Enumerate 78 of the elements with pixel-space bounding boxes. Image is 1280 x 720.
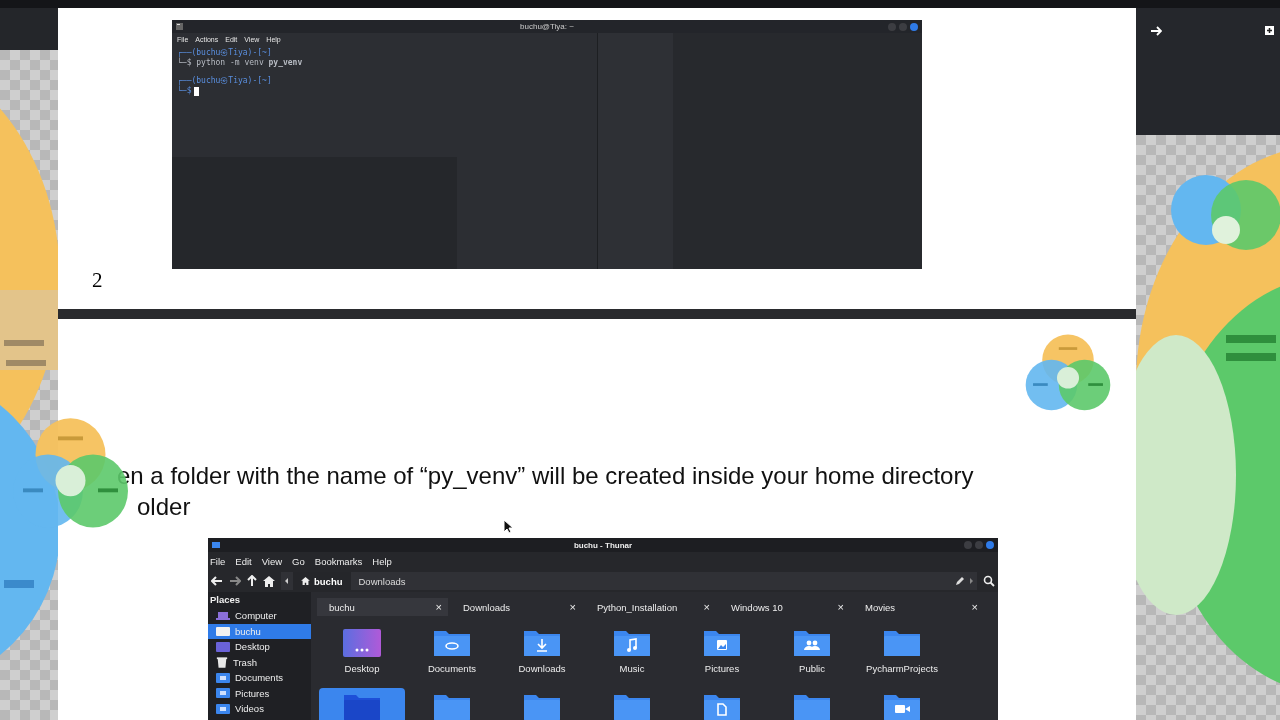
close-icon[interactable]: × (569, 601, 576, 613)
laptop-icon (216, 610, 230, 621)
music-folder-icon (612, 628, 652, 658)
desktop-icon (216, 641, 230, 652)
menu-item[interactable]: Edit (235, 555, 252, 567)
trash-icon (216, 656, 228, 668)
mouse-pointer-icon (503, 519, 513, 534)
sidebar-item[interactable]: Desktop (208, 639, 311, 655)
people-folder-icon (792, 628, 832, 658)
menu-item[interactable]: Help (372, 555, 392, 567)
camera-folder-icon (882, 692, 922, 720)
folder-item[interactable]: Public (769, 624, 855, 684)
home-icon[interactable] (263, 575, 275, 587)
text-cursor (194, 86, 200, 96)
prompt-line: └─$ (177, 86, 192, 96)
back-icon[interactable] (211, 576, 223, 586)
folder-icon (216, 626, 230, 637)
folder-icon (522, 692, 562, 720)
folder-item[interactable]: Documents (409, 624, 495, 684)
menu-item[interactable]: File (210, 555, 226, 567)
sidebar-item[interactable]: Computer (208, 608, 311, 624)
folder-icon (342, 692, 382, 720)
image-folder-icon (702, 628, 742, 658)
folder-icon (432, 692, 472, 720)
tab[interactable]: buchu × (317, 598, 448, 616)
menu-item[interactable]: View (261, 555, 283, 567)
folder-icon (216, 703, 230, 714)
sidebar-item[interactable]: Trash (208, 654, 311, 670)
window-title: buchu@Tiya: ~ (519, 22, 575, 31)
close-icon[interactable]: × (971, 601, 978, 613)
tab[interactable]: Movies × (853, 598, 984, 616)
window-title: buchu - Thunar (572, 540, 634, 550)
folder-item[interactable]: PycharmProjects (859, 624, 945, 684)
background-panel (0, 8, 58, 50)
folder-icon (216, 672, 230, 683)
folder-icon (882, 628, 922, 658)
folder-icon (792, 692, 832, 720)
sidebar-item[interactable]: Pictures (208, 685, 311, 701)
paperclip-folder-icon (432, 628, 472, 658)
home-icon (301, 577, 310, 585)
close-button[interactable] (910, 22, 918, 31)
close-button[interactable] (986, 541, 994, 549)
close-icon[interactable]: × (837, 601, 844, 613)
folder-item[interactable]: Desktop (319, 624, 405, 684)
tab[interactable]: Downloads × (451, 598, 582, 616)
close-icon[interactable]: × (703, 601, 710, 613)
sidebar-item[interactable]: Documents (208, 670, 311, 686)
prompt-line: ┌──(buchu㉿Tiya)-[~] (177, 76, 273, 85)
folder-icon (216, 688, 230, 699)
sidebar-heading: Places (210, 594, 241, 605)
arrow-icon[interactable] (1150, 26, 1162, 36)
up-icon[interactable] (247, 575, 257, 587)
folder-item[interactable]: Downloads (499, 624, 585, 684)
tab[interactable]: Windows 10 × (719, 598, 850, 616)
sidebar-item[interactable]: buchu (208, 623, 311, 639)
document-folder-icon (702, 692, 742, 720)
menu-item[interactable]: Go (292, 555, 305, 567)
prompt-line: ┌──(buchu㉿Tiya)-[~] (177, 48, 273, 57)
desktop-icon (342, 628, 382, 658)
pencil-icon[interactable] (955, 576, 965, 586)
sidebar-item[interactable]: Videos (208, 701, 311, 717)
terminal-icon (176, 23, 183, 30)
page-number: 2 (92, 268, 103, 292)
path-button[interactable]: Downloads (350, 572, 414, 590)
folder-item[interactable]: Music (589, 624, 675, 684)
tab[interactable]: Python_Installation × (585, 598, 716, 616)
app-icon (212, 542, 220, 548)
folder-icon (612, 692, 652, 720)
search-icon[interactable] (983, 575, 995, 587)
download-folder-icon (522, 628, 562, 658)
folder-item[interactable]: Pictures (679, 624, 765, 684)
command-line: └─$ python -m venv py_venv (177, 58, 304, 68)
paragraph-line: older (136, 492, 192, 522)
close-icon[interactable]: × (435, 601, 442, 613)
add-icon[interactable] (1265, 26, 1274, 35)
menu-item[interactable]: Bookmarks (314, 555, 363, 567)
path-button[interactable]: buchu (293, 572, 351, 590)
forward-icon[interactable] (229, 576, 241, 586)
